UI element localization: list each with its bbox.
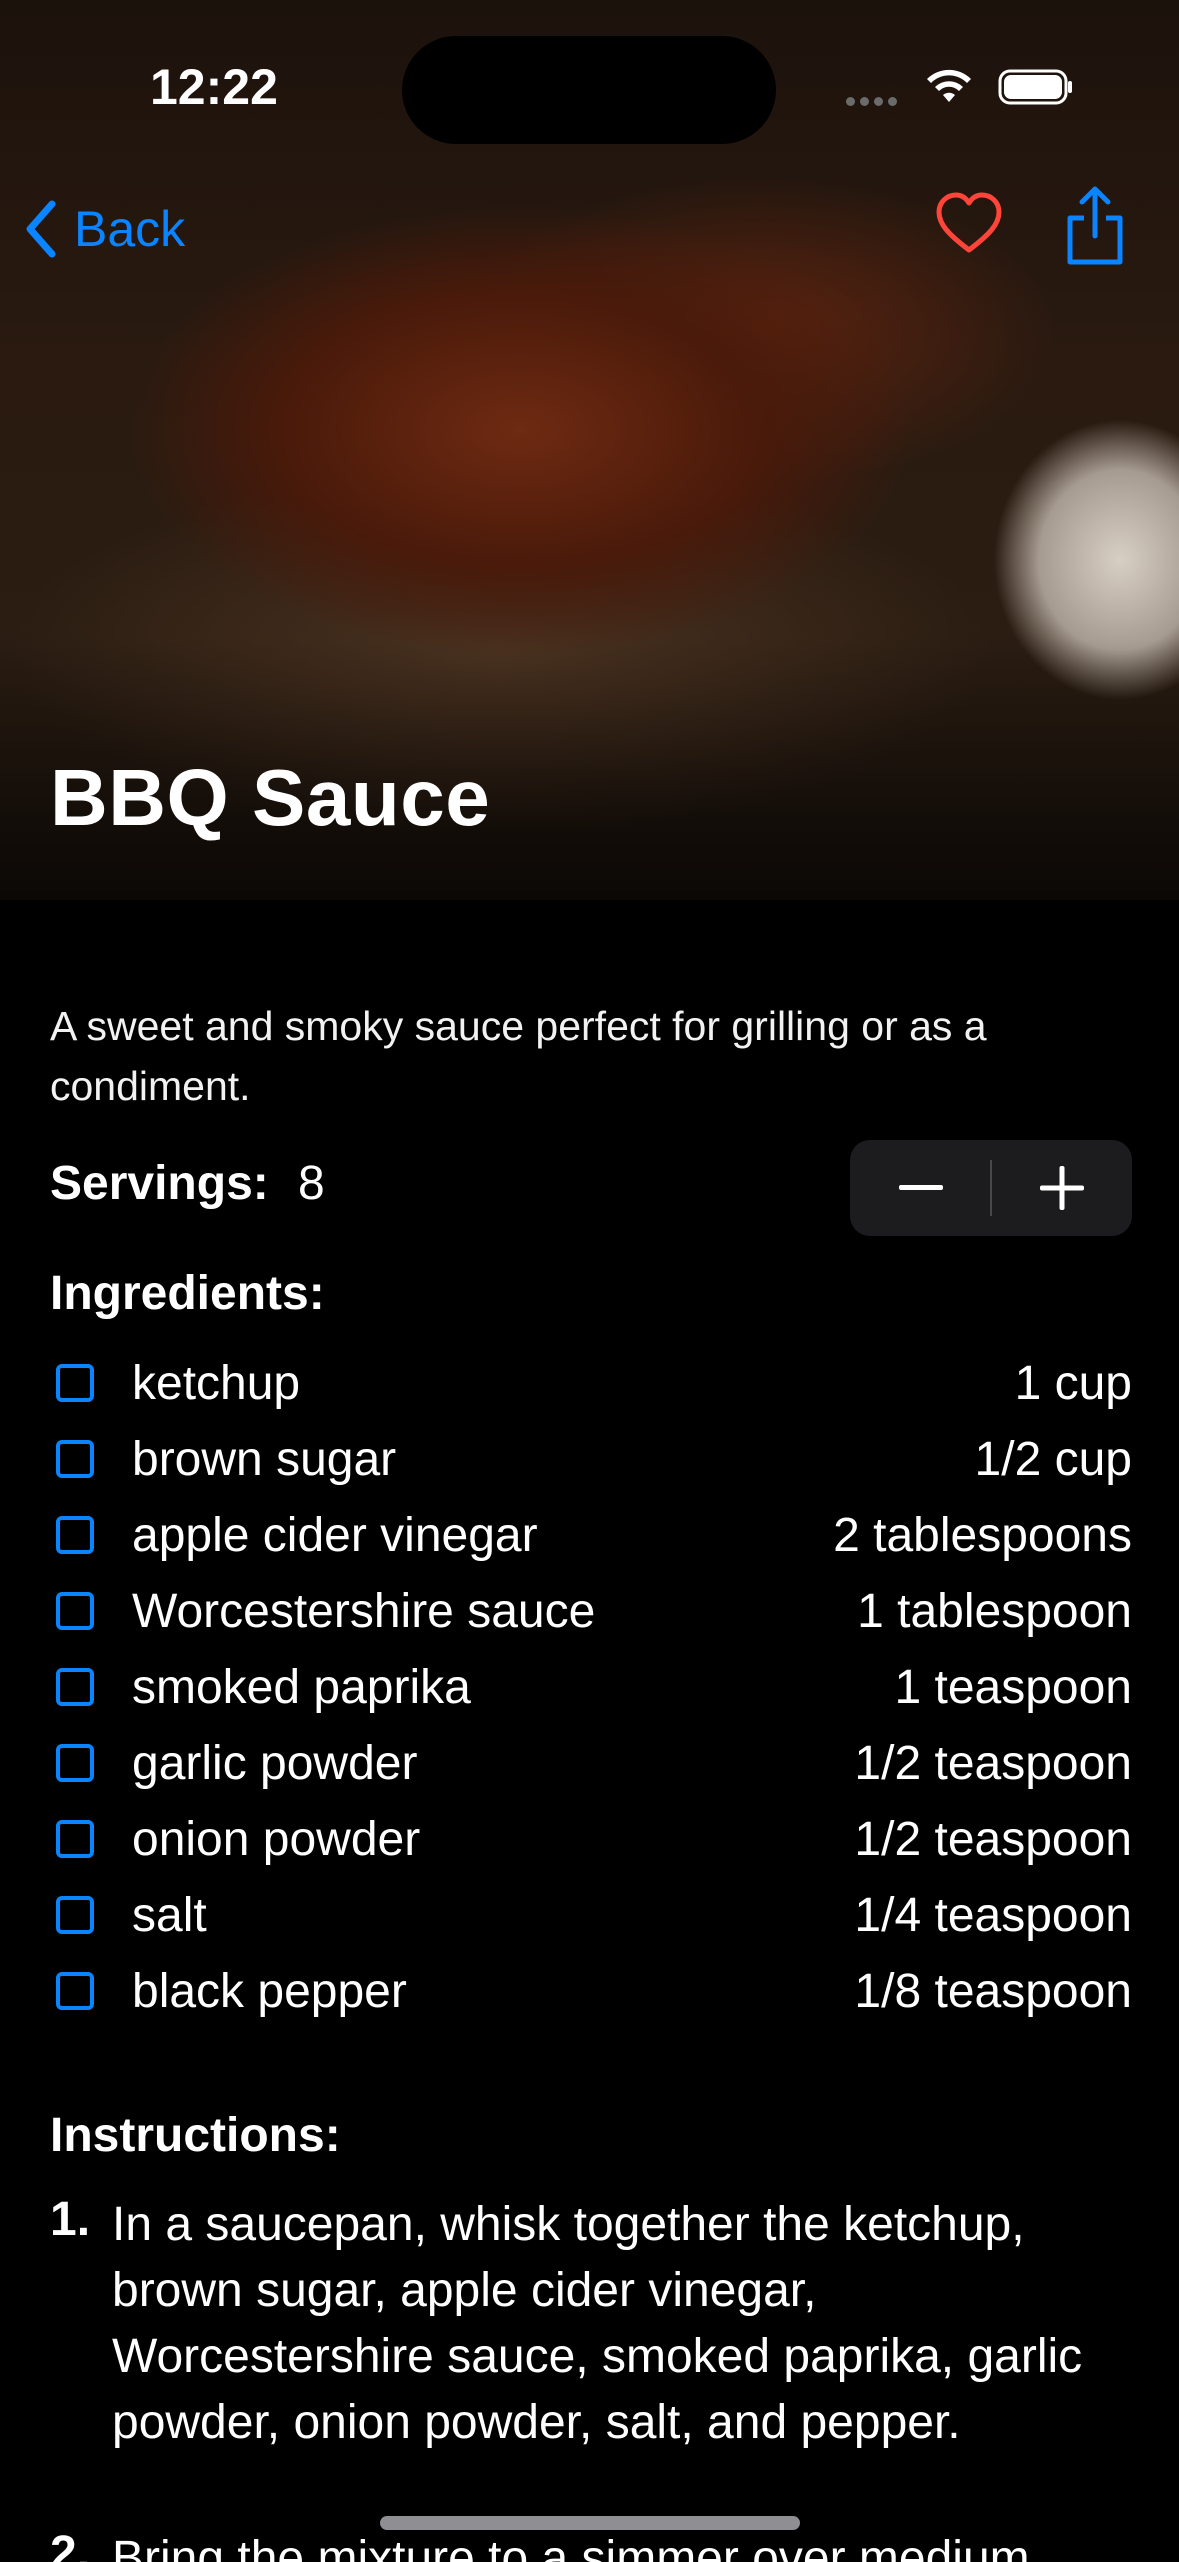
step-number: 2. <box>50 2527 91 2562</box>
ingredient-row: onion powder 1/2 teaspoon <box>50 1806 1132 1882</box>
ingredient-name: brown sugar <box>132 1433 397 1486</box>
ingredients-list: ketchup 1 cup brown sugar 1/2 cup apple … <box>50 1350 1132 2034</box>
ingredient-name: black pepper <box>132 1965 407 2018</box>
heart-icon[interactable] <box>934 190 1004 260</box>
dynamic-island <box>402 36 776 144</box>
wifi-icon <box>927 69 971 102</box>
ingredient-name: salt <box>132 1889 207 1942</box>
ingredient-row: black pepper 1/8 teaspoon <box>50 1958 1132 2034</box>
checkbox[interactable] <box>56 1896 94 1934</box>
step-number: 1. <box>50 2193 91 2246</box>
status-bar: 12:22 <box>0 0 1179 170</box>
ingredient-row: ketchup 1 cup <box>50 1350 1132 1426</box>
ingredient-name: apple cider vinegar <box>132 1509 538 1562</box>
ingredient-quantity: 1/8 teaspoon <box>854 1965 1132 2018</box>
ingredient-row: salt 1/4 teaspoon <box>50 1882 1132 1958</box>
ingredients-heading: Ingredients: <box>50 1267 325 1320</box>
ingredient-name: onion powder <box>132 1813 421 1866</box>
share-icon[interactable] <box>1060 184 1130 268</box>
checkbox[interactable] <box>56 1440 94 1478</box>
battery-icon <box>998 69 1072 105</box>
ingredient-row: smoked paprika 1 teaspoon <box>50 1654 1132 1730</box>
ingredient-row: Worcestershire sauce 1 tablespoon <box>50 1578 1132 1654</box>
back-label: Back <box>74 201 186 257</box>
ingredient-quantity: 1 cup <box>1014 1357 1132 1410</box>
ingredient-quantity: 1 tablespoon <box>857 1585 1132 1638</box>
ingredient-name: smoked paprika <box>132 1661 471 1714</box>
ingredient-quantity: 1 teaspoon <box>894 1661 1132 1714</box>
checkbox[interactable] <box>56 1972 94 2010</box>
servings-value: 8 <box>298 1157 325 1210</box>
navigation-bar: Back <box>0 186 1179 280</box>
ingredient-name: ketchup <box>132 1357 301 1410</box>
instructions-heading: Instructions: <box>50 2109 341 2162</box>
ingredient-name: garlic powder <box>132 1737 418 1790</box>
step-text: In a saucepan, whisk together the ketchu… <box>112 2198 1083 2449</box>
cellular-signal-icon <box>846 93 906 107</box>
recipe-title: BBQ Sauce <box>50 753 491 842</box>
checkbox[interactable] <box>56 1744 94 1782</box>
chevron-left-icon <box>26 200 56 258</box>
minus-icon <box>898 1185 943 1190</box>
ingredient-row: garlic powder 1/2 teaspoon <box>50 1730 1132 1806</box>
increase-servings-button[interactable] <box>991 1140 1132 1236</box>
ingredient-name: Worcestershire sauce <box>132 1585 596 1638</box>
ingredient-quantity: 1/2 teaspoon <box>854 1813 1132 1866</box>
ingredient-quantity: 1/2 teaspoon <box>854 1737 1132 1790</box>
checkbox[interactable] <box>56 1668 94 1706</box>
ingredient-row: brown sugar 1/2 cup <box>50 1426 1132 1502</box>
decrease-servings-button[interactable] <box>850 1140 991 1236</box>
back-button[interactable]: Back <box>24 200 185 258</box>
checkbox[interactable] <box>56 1592 94 1630</box>
home-indicator[interactable] <box>380 2516 800 2530</box>
checkbox[interactable] <box>56 1820 94 1858</box>
servings-stepper <box>850 1140 1132 1236</box>
servings-label: Servings: <box>50 1157 269 1210</box>
ingredient-quantity: 2 tablespoons <box>833 1509 1132 1562</box>
checkbox[interactable] <box>56 1364 94 1402</box>
step-text: Bring the mixture to a simmer over mediu… <box>112 2532 1030 2562</box>
ingredient-quantity: 1/4 teaspoon <box>854 1889 1132 1942</box>
recipe-description: A sweet and smoky sauce perfect for gril… <box>50 1003 987 1109</box>
status-time: 12:22 <box>150 59 278 115</box>
ingredient-row: apple cider vinegar 2 tablespoons <box>50 1502 1132 1578</box>
checkbox[interactable] <box>56 1516 94 1554</box>
ingredient-quantity: 1/2 cup <box>974 1433 1132 1486</box>
plus-icon <box>1039 1166 1084 1210</box>
